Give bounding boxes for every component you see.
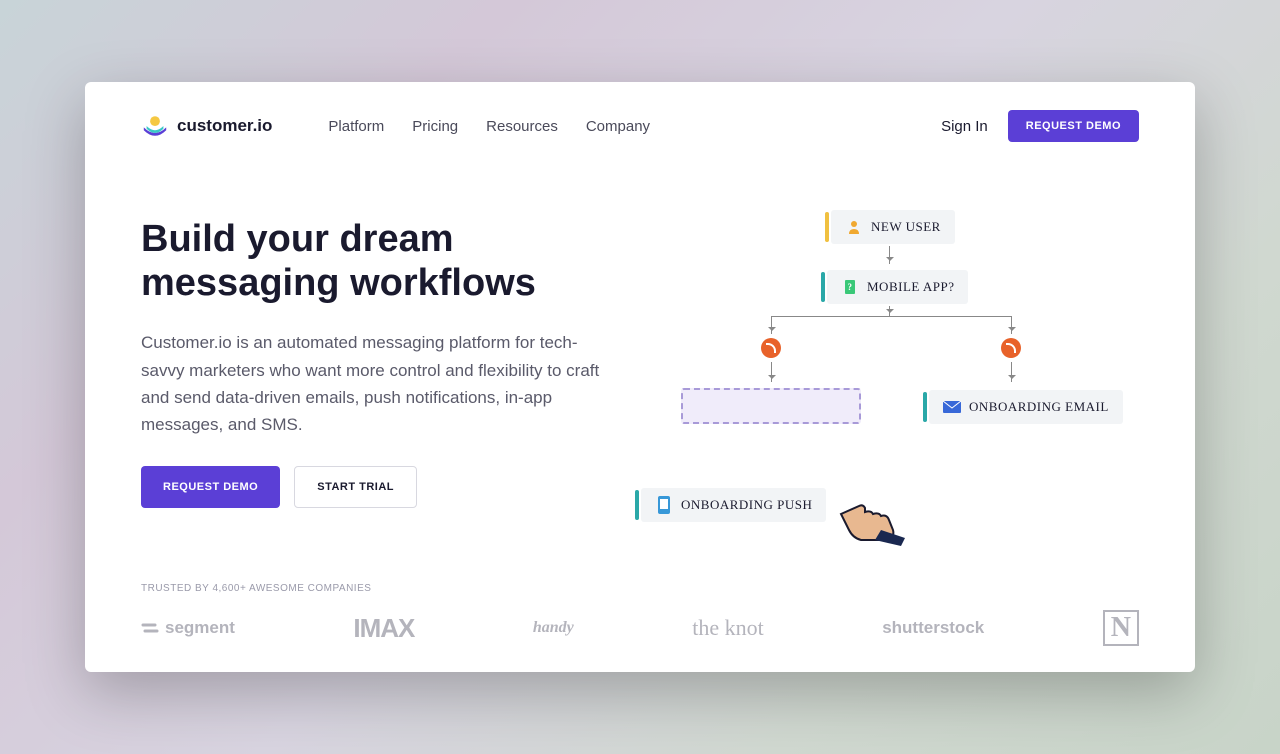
node-mobile-app: ? MOBILE APP?: [827, 270, 968, 304]
node-new-user-label: NEW USER: [871, 219, 941, 235]
mobile-icon: [655, 496, 673, 514]
header: customer.io Platform Pricing Resources C…: [141, 110, 1139, 142]
company-logos: segment IMAX handy the knot shutterstock…: [141, 610, 1139, 646]
logo-notion: N: [1103, 610, 1139, 646]
request-demo-button[interactable]: REQUEST DEMO: [141, 466, 280, 508]
arrow-icon: [889, 246, 890, 264]
connector-line: [889, 306, 890, 316]
start-trial-button[interactable]: START TRIAL: [294, 466, 417, 508]
arrow-icon: [771, 362, 772, 382]
logo-theknot: the knot: [692, 615, 764, 641]
headline-line1: Build your dream: [141, 218, 454, 260]
hero-copy: Build your dream messaging workflows Cus…: [141, 218, 611, 578]
nav-company[interactable]: Company: [586, 118, 650, 135]
node-onboarding-email-label: ONBOARDING EMAIL: [969, 399, 1109, 415]
connector-line: [771, 316, 1011, 317]
pointing-hand-icon: [831, 486, 911, 546]
logo-icon: [141, 112, 169, 140]
trusted-label: TRUSTED BY 4,600+ AWESOME COMPANIES: [141, 583, 1139, 594]
header-right: Sign In REQUEST DEMO: [941, 110, 1139, 142]
headline: Build your dream messaging workflows: [141, 218, 611, 305]
workflow-diagram: NEW USER ? MOBILE APP?: [651, 218, 1139, 578]
logo-handy: handy: [533, 619, 574, 637]
timer-icon: [761, 338, 781, 358]
request-demo-button-header[interactable]: REQUEST DEMO: [1008, 110, 1139, 142]
user-icon: [845, 218, 863, 236]
brand-name: customer.io: [177, 116, 272, 136]
connector-line: [1011, 316, 1012, 334]
page-card: customer.io Platform Pricing Resources C…: [85, 82, 1195, 672]
node-onboarding-email: ONBOARDING EMAIL: [929, 390, 1123, 424]
logo-shutterstock: shutterstock: [882, 618, 984, 638]
brand-logo[interactable]: customer.io: [141, 112, 272, 140]
nav-pricing[interactable]: Pricing: [412, 118, 458, 135]
connector-line: [771, 316, 772, 334]
nav-platform[interactable]: Platform: [328, 118, 384, 135]
svg-text:?: ?: [848, 282, 853, 292]
node-onboarding-push-label: ONBOARDING PUSH: [681, 497, 812, 513]
trusted-section: TRUSTED BY 4,600+ AWESOME COMPANIES segm…: [141, 583, 1139, 646]
hero: Build your dream messaging workflows Cus…: [141, 218, 1139, 578]
question-icon: ?: [841, 278, 859, 296]
node-onboarding-push[interactable]: ONBOARDING PUSH: [641, 488, 826, 522]
placeholder-drop-target[interactable]: [681, 388, 861, 424]
arrow-icon: [1011, 362, 1012, 382]
subhead: Customer.io is an automated messaging pl…: [141, 329, 611, 438]
email-icon: [943, 398, 961, 416]
main-nav: Platform Pricing Resources Company: [328, 118, 650, 135]
headline-line2: messaging workflows: [141, 262, 536, 306]
timer-icon: [1001, 338, 1021, 358]
logo-segment: segment: [141, 618, 235, 638]
node-new-user: NEW USER: [831, 210, 955, 244]
nav-resources[interactable]: Resources: [486, 118, 558, 135]
node-mobile-app-label: MOBILE APP?: [867, 279, 954, 295]
signin-link[interactable]: Sign In: [941, 118, 988, 135]
cta-row: REQUEST DEMO START TRIAL: [141, 466, 611, 508]
logo-imax: IMAX: [353, 613, 414, 644]
